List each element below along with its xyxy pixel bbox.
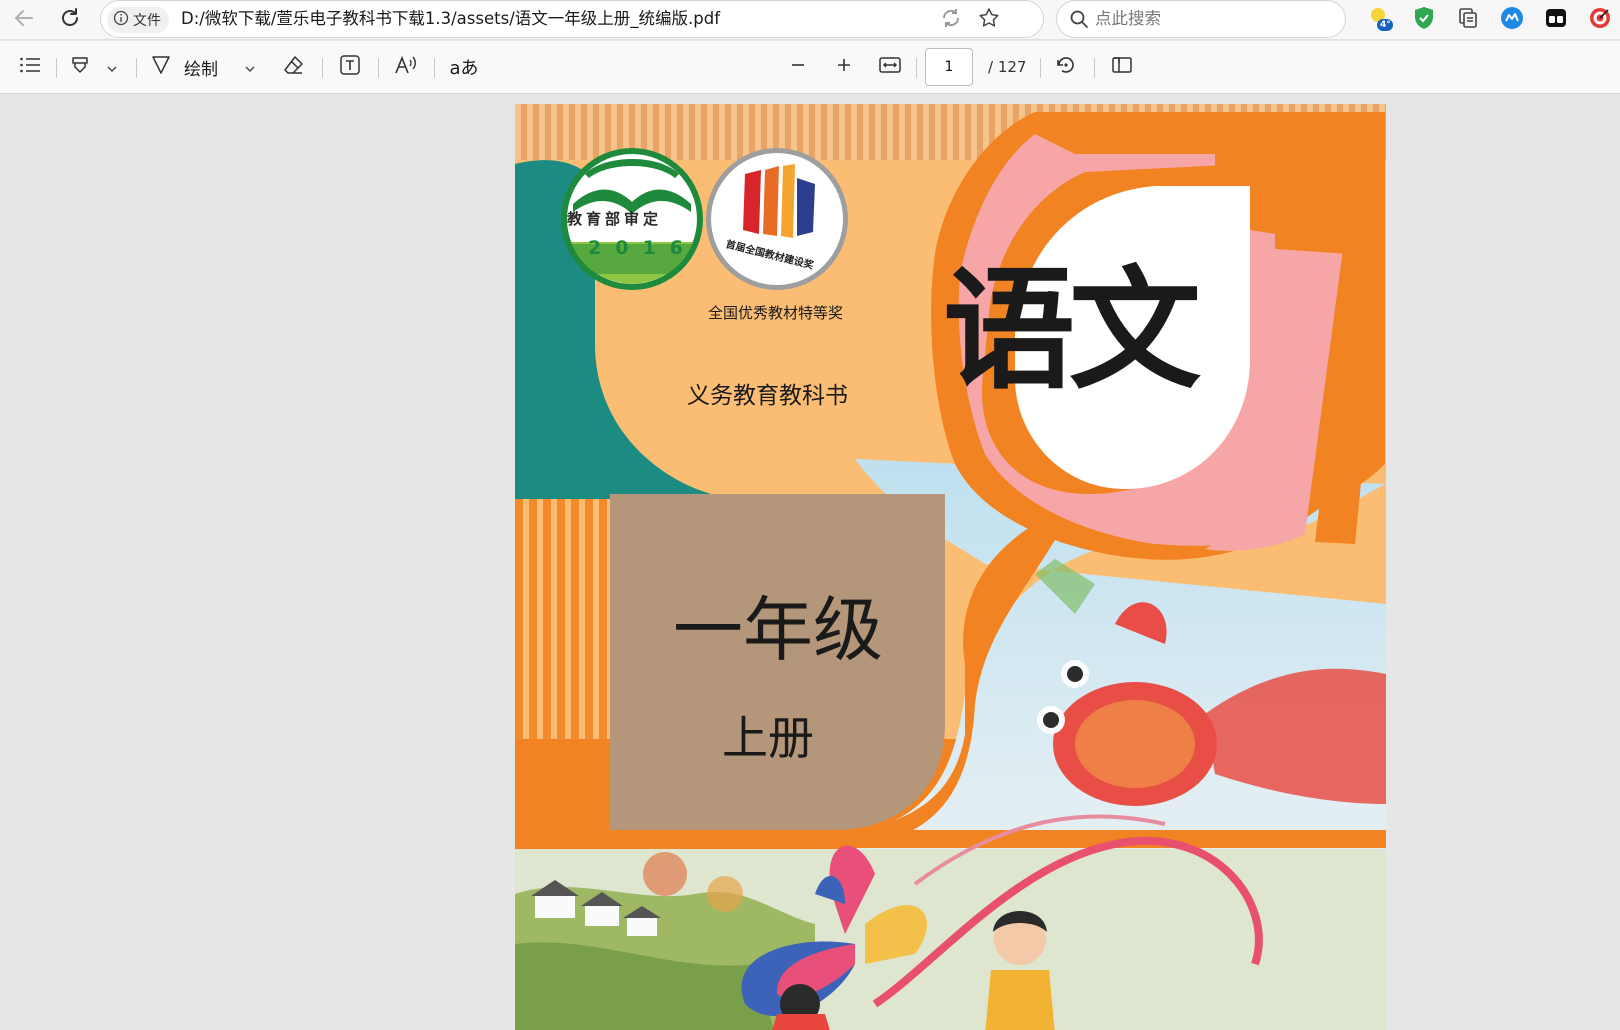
shield-icon bbox=[1413, 6, 1435, 34]
collections-button[interactable] bbox=[1454, 6, 1482, 34]
toolbar-divider bbox=[434, 58, 435, 78]
draw-button[interactable]: 绘制 bbox=[150, 51, 230, 83]
info-icon bbox=[113, 10, 129, 30]
eraser-button[interactable] bbox=[278, 51, 310, 83]
split-screen-icon bbox=[1544, 6, 1568, 34]
extension-button[interactable] bbox=[1498, 6, 1526, 34]
star-icon bbox=[978, 7, 1000, 33]
shield-extension[interactable] bbox=[1410, 6, 1438, 34]
site-info-badge[interactable]: 文件 bbox=[107, 7, 169, 33]
rotate-button[interactable] bbox=[1050, 51, 1082, 83]
fit-width-button[interactable] bbox=[874, 51, 906, 83]
draw-label: 绘制 bbox=[184, 59, 218, 80]
search-box[interactable]: 点此搜索 bbox=[1056, 0, 1346, 38]
draw-icon bbox=[150, 54, 172, 80]
series-name: 义务教育教科书 bbox=[687, 383, 848, 409]
toolbar-divider bbox=[322, 58, 323, 78]
highlight-button[interactable] bbox=[64, 51, 96, 83]
pdf-page: 教育部审定 2016 首届全国教材建设奖 全国优秀教材特等奖 义务教育教科书 语… bbox=[515, 104, 1386, 1030]
search-placeholder: 点此搜索 bbox=[1095, 9, 1161, 28]
reload-button[interactable] bbox=[54, 4, 86, 36]
read-aloud-button[interactable] bbox=[390, 51, 422, 83]
contents-button[interactable] bbox=[14, 51, 46, 83]
page-total: / 127 bbox=[988, 58, 1027, 76]
extension-icon bbox=[1500, 6, 1524, 34]
browser-address-bar: 文件 D:/微软下载/萱乐电子教科书下载1.3/assets/语文一年级上册_统… bbox=[0, 0, 1620, 40]
url-badge-label: 文件 bbox=[133, 13, 161, 29]
child-figure bbox=[985, 911, 1055, 1030]
search-icon bbox=[1069, 9, 1089, 33]
toolbar-divider bbox=[56, 58, 57, 78]
read-aloud-icon bbox=[394, 54, 418, 80]
page-view-icon bbox=[1111, 55, 1133, 79]
toolbar-divider bbox=[916, 58, 917, 78]
translate-label: aあ bbox=[449, 58, 479, 79]
address-field[interactable]: 文件 D:/微软下载/萱乐电子教科书下载1.3/assets/语文一年级上册_统… bbox=[100, 0, 1044, 38]
contents-icon bbox=[19, 56, 41, 78]
target-icon bbox=[1588, 6, 1612, 34]
back-arrow-icon bbox=[13, 7, 35, 33]
eraser-icon bbox=[283, 54, 305, 80]
rotate-icon bbox=[1055, 54, 1077, 80]
chevron-down-icon bbox=[244, 58, 256, 77]
text-box-icon bbox=[339, 54, 361, 80]
volume-label: 上册 bbox=[722, 711, 814, 765]
award-caption: 全国优秀教材特等奖 bbox=[708, 304, 844, 322]
back-button[interactable] bbox=[8, 4, 40, 36]
toolbar-divider bbox=[378, 58, 379, 78]
toolbar-divider bbox=[136, 58, 137, 78]
weather-extension[interactable]: 4° bbox=[1366, 6, 1394, 34]
zoom-in-button[interactable] bbox=[828, 51, 860, 83]
url-text[interactable]: D:/微软下载/萱乐电子教科书下载1.3/assets/语文一年级上册_统编版.… bbox=[181, 1, 720, 37]
sync-icon bbox=[940, 7, 962, 33]
draw-options-button[interactable] bbox=[240, 51, 260, 83]
book-title: 语文 bbox=[943, 253, 1201, 408]
add-text-button[interactable] bbox=[334, 51, 366, 83]
seal-year: 2016 bbox=[588, 237, 697, 259]
favorite-button[interactable] bbox=[977, 8, 1001, 32]
reload-icon bbox=[59, 7, 81, 33]
page-view-button[interactable] bbox=[1106, 51, 1138, 83]
chevron-down-icon bbox=[106, 58, 118, 77]
page-number-input[interactable]: 1 bbox=[925, 48, 973, 86]
sync-button[interactable] bbox=[939, 8, 963, 32]
grade-label: 一年级 bbox=[673, 589, 883, 671]
seal-text: 教育部审定 bbox=[567, 210, 663, 228]
zoom-out-button[interactable] bbox=[782, 51, 814, 83]
collections-icon bbox=[1457, 7, 1479, 33]
highlight-options-button[interactable] bbox=[102, 51, 122, 83]
zoom-out-icon bbox=[789, 56, 807, 78]
split-screen-button[interactable] bbox=[1542, 6, 1570, 34]
pdf-toolbar: 绘制 aあ 1 / 127 bbox=[0, 41, 1620, 94]
weather-temp: 4° bbox=[1380, 20, 1391, 30]
toolbar-divider bbox=[1094, 58, 1095, 78]
highlight-icon bbox=[69, 54, 91, 80]
zoom-in-icon bbox=[835, 56, 853, 78]
fit-width-icon bbox=[878, 55, 902, 79]
toolbar-divider bbox=[1040, 58, 1041, 78]
pdf-viewer[interactable]: 教育部审定 2016 首届全国教材建设奖 全国优秀教材特等奖 义务教育教科书 语… bbox=[0, 94, 1620, 1030]
translate-button[interactable]: aあ bbox=[446, 51, 482, 83]
target-extension[interactable] bbox=[1586, 6, 1614, 34]
